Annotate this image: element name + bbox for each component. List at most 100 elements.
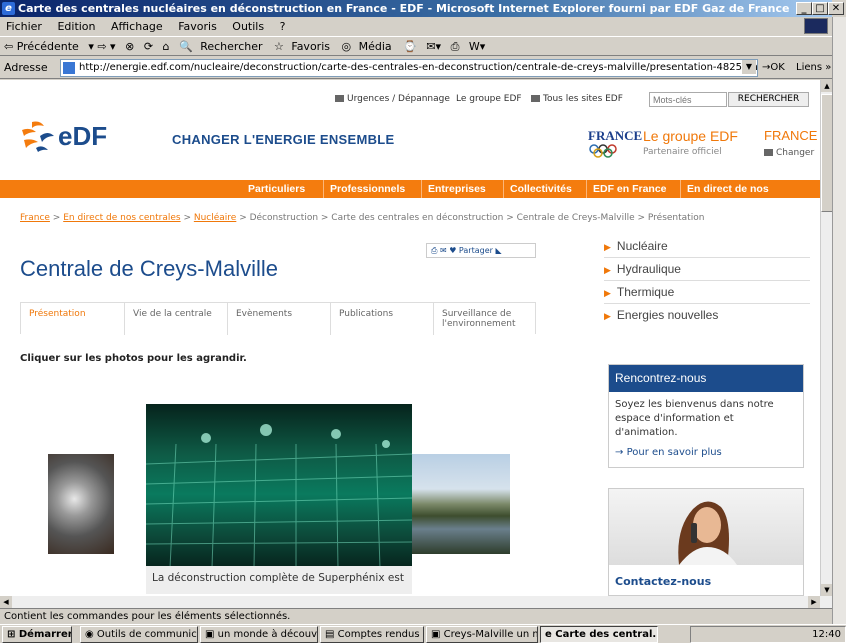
photo-reactor-main[interactable]: [146, 404, 412, 568]
go-button[interactable]: →OK: [762, 57, 785, 79]
media-button[interactable]: ◎ Média: [341, 40, 393, 53]
scroll-right-icon[interactable]: ▶: [808, 596, 820, 608]
contactez-nous-label[interactable]: Contactez-nous: [615, 575, 711, 588]
groupe-edf-link[interactable]: Le groupe EDF: [456, 94, 522, 104]
groupe-edf-label[interactable]: Le groupe EDF: [643, 128, 738, 144]
minimize-button[interactable]: _: [796, 2, 812, 15]
pour-en-savoir-plus-link[interactable]: → Pour en savoir plus: [615, 447, 722, 458]
windows-logo-icon: [804, 18, 828, 34]
breadcrumb-france[interactable]: France: [20, 213, 50, 223]
tab-presentation[interactable]: Présentation: [21, 303, 124, 335]
search-button[interactable]: 🔍 Rechercher: [179, 40, 265, 53]
taskbar-item-active[interactable]: e Carte des central...: [540, 626, 658, 643]
tab-evenements[interactable]: Evènements: [227, 303, 330, 335]
search-submit-button[interactable]: RECHERCHER: [728, 92, 809, 107]
window-title-bar[interactable]: e Carte des centrales nucléaires en déco…: [0, 0, 832, 17]
edf-logo[interactable]: eDF: [18, 118, 138, 154]
address-url: http://energie.edf.com/nucleaire/deconst…: [79, 62, 758, 73]
stop-icon[interactable]: ⊗: [125, 40, 134, 53]
contact-box[interactable]: Contactez-nous: [608, 488, 804, 596]
side-toolbar-strip: [832, 17, 846, 624]
main-nav: Particuliers Professionnels Entreprises …: [0, 180, 820, 213]
logo-text: eDF: [58, 121, 107, 151]
refresh-icon[interactable]: ⟳: [144, 40, 153, 53]
back-button[interactable]: ⇦ Précédente: [4, 40, 79, 53]
mail-icon[interactable]: ✉▾: [426, 40, 441, 53]
arrow-right-icon: ▶: [604, 265, 611, 275]
content-tabs: Présentation Vie de la centrale Evènemen…: [20, 302, 537, 335]
menu-edition[interactable]: Edition: [57, 20, 95, 33]
edit-icon[interactable]: W▾: [469, 40, 485, 53]
nav-en-direct[interactable]: En direct de nos centrales: [680, 180, 820, 213]
links-button[interactable]: Liens »: [796, 57, 831, 79]
lead-text: Cliquer sur les photos pour les agrandir…: [20, 353, 247, 364]
country-label: FRANCE: [764, 128, 818, 143]
page-viewport: Urgences / Dépannage Le groupe EDF Tous …: [0, 80, 820, 596]
address-input[interactable]: http://energie.edf.com/nucleaire/deconst…: [60, 59, 758, 77]
home-icon[interactable]: ⌂: [163, 40, 170, 53]
search-input[interactable]: [649, 92, 727, 107]
close-button[interactable]: ✕: [828, 2, 844, 15]
right-menu-thermique[interactable]: ▶ Thermique: [604, 281, 810, 304]
start-button[interactable]: ⊞ Démarrer: [2, 626, 72, 643]
arrow-right-icon: ▶: [604, 311, 611, 321]
address-dropdown-icon[interactable]: ▼: [742, 60, 756, 74]
nav-edf-en-france[interactable]: EDF en France: [586, 180, 673, 198]
taskbar-item[interactable]: ▣ Creys-Malville un m...: [426, 626, 538, 643]
nav-entreprises[interactable]: Entreprises: [421, 180, 492, 198]
menu-outils[interactable]: Outils: [232, 20, 264, 33]
menu-favoris[interactable]: Favoris: [178, 20, 217, 33]
page-icon: [63, 62, 75, 74]
right-menu-hydraulique[interactable]: ▶ Hydraulique: [604, 258, 810, 281]
tab-surveillance[interactable]: Surveillance de l'environnement: [433, 303, 537, 335]
right-menu-nucleaire[interactable]: ▶ Nucléaire: [604, 235, 810, 258]
ie-icon: e: [2, 2, 15, 15]
arrow-right-icon: ▶: [604, 242, 611, 252]
tab-vie-centrale[interactable]: Vie de la centrale: [124, 303, 227, 335]
taskbar-item[interactable]: ▤ Comptes rendus av...: [320, 626, 424, 643]
tagline: CHANGER L'ENERGIE ENSEMBLE: [172, 132, 395, 147]
favorite-heart-icon[interactable]: ♥: [449, 246, 456, 255]
right-menu-energies-nouvelles[interactable]: ▶ Energies nouvelles: [604, 304, 810, 327]
taskbar-item[interactable]: ◉ Outils de communica...: [80, 626, 198, 643]
clock: 12:40: [812, 629, 841, 640]
photo-river-plant[interactable]: [412, 454, 510, 554]
vertical-scrollbar[interactable]: ▲ ▼: [820, 80, 833, 596]
breadcrumb-nucleaire[interactable]: Nucléaire: [194, 213, 236, 223]
changer-country-link[interactable]: Changer: [764, 148, 814, 158]
horizontal-scrollbar[interactable]: ◀ ▶: [0, 596, 832, 608]
photo-caption: La déconstruction complète de Superphéni…: [146, 566, 412, 594]
toolbar: ⇦ Précédente ▾ ⇨ ▾ ⊗ ⟳ ⌂ 🔍 Rechercher ☆ …: [0, 36, 832, 56]
print-page-icon[interactable]: ⎙: [431, 246, 437, 255]
nav-collectivites[interactable]: Collectivités: [503, 180, 578, 198]
share-button[interactable]: Partager: [459, 246, 493, 255]
history-icon[interactable]: ⌚: [403, 40, 417, 53]
status-bar: Contient les commandes pour les éléments…: [0, 608, 832, 624]
menu-affichage[interactable]: Affichage: [111, 20, 163, 33]
photo-bulb-thumbnail[interactable]: [48, 454, 114, 554]
taskbar: ⊞ Démarrer ◉ Outils de communica... ▣ un…: [0, 624, 846, 643]
urgences-link[interactable]: Urgences / Dépannage: [335, 94, 450, 104]
scroll-left-icon[interactable]: ◀: [0, 596, 12, 608]
tab-publications[interactable]: Publications: [330, 303, 433, 335]
favorites-button[interactable]: ☆ Favoris: [274, 40, 332, 53]
maximize-button[interactable]: □: [812, 2, 828, 15]
nav-particuliers[interactable]: Particuliers: [242, 180, 311, 198]
page-title: Centrale de Creys-Malville: [20, 256, 278, 281]
breadcrumb: France > En direct de nos centrales > Nu…: [20, 213, 705, 223]
address-bar: Adresse http://energie.edf.com/nucleaire…: [0, 57, 832, 79]
email-page-icon[interactable]: ✉: [440, 246, 447, 255]
breadcrumb-en-direct[interactable]: En direct de nos centrales: [63, 213, 180, 223]
nav-professionnels[interactable]: Professionnels: [323, 180, 411, 198]
taskbar-item[interactable]: ▣ un monde à découv...: [200, 626, 318, 643]
menu-fichier[interactable]: Fichier: [6, 20, 42, 33]
menu-bar: Fichier Edition Affichage Favoris Outils…: [0, 17, 832, 36]
right-menu: ▶ Nucléaire ▶ Hydraulique ▶ Thermique ▶ Ener…: [604, 235, 810, 327]
forward-button[interactable]: ▾ ⇨ ▾: [88, 40, 115, 53]
print-icon[interactable]: ⎙: [451, 40, 460, 53]
france-2008-logo: FRANCE: [588, 128, 642, 158]
rss-icon[interactable]: ◣: [495, 246, 501, 255]
menu-help[interactable]: ?: [280, 20, 286, 33]
tous-sites-link[interactable]: Tous les sites EDF: [531, 94, 623, 104]
system-tray: 12:40: [690, 626, 846, 643]
